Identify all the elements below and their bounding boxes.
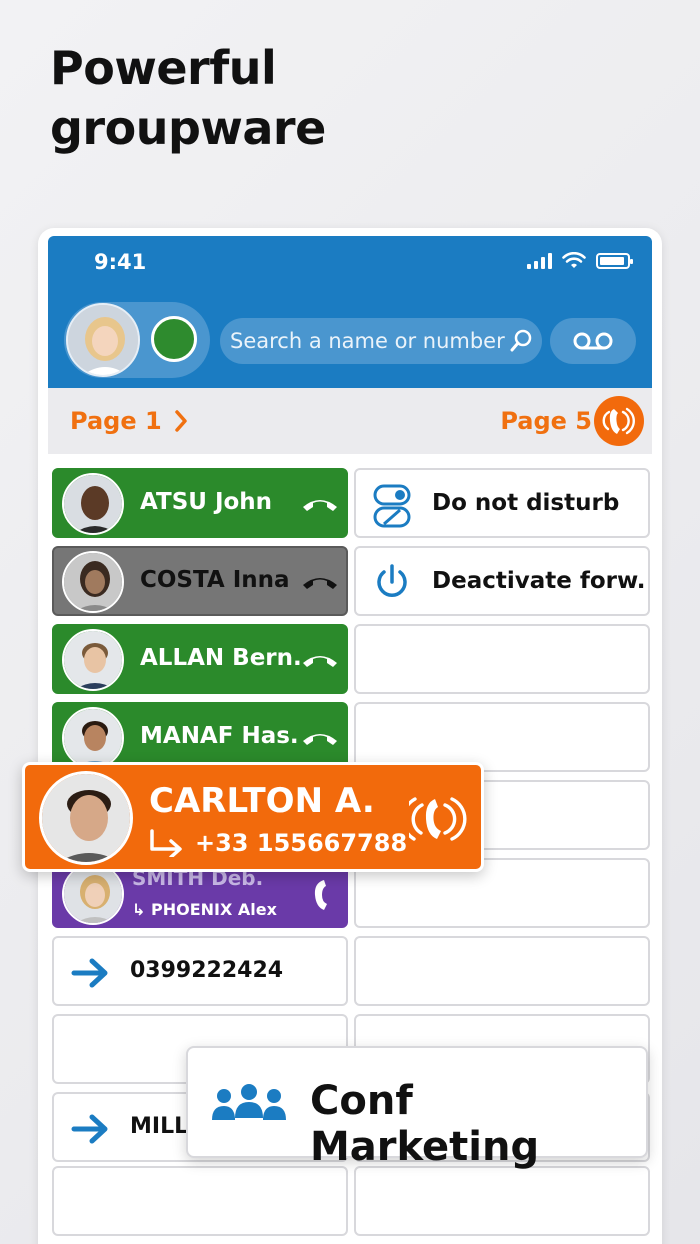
empty-tile[interactable] bbox=[354, 936, 650, 1006]
ringing-phone-icon[interactable] bbox=[594, 396, 644, 446]
empty-tile[interactable] bbox=[354, 624, 650, 694]
chevron-right-icon bbox=[174, 410, 187, 432]
dnd-label: Do not disturb bbox=[432, 490, 620, 516]
deactivate-forward-label: Deactivate forw. bbox=[432, 568, 646, 594]
empty-tile[interactable] bbox=[52, 1166, 348, 1236]
avatar bbox=[62, 863, 124, 925]
presence-indicator[interactable] bbox=[151, 316, 197, 362]
dnd-tile[interactable]: Do not disturb bbox=[354, 468, 650, 538]
avatar bbox=[62, 551, 124, 613]
phone-icon bbox=[314, 880, 327, 910]
avatar[interactable] bbox=[66, 303, 140, 377]
dial-number: 0399222424 bbox=[130, 958, 284, 983]
forward-target-name: PHOENIX Alex bbox=[150, 900, 277, 919]
avatar bbox=[62, 473, 124, 535]
conference-card[interactable]: Conf Marketing bbox=[186, 1046, 648, 1170]
forward-arrow-icon bbox=[150, 829, 182, 857]
headline-line-1: Powerful bbox=[50, 41, 277, 95]
contact-name: ALLAN Bern. bbox=[140, 645, 302, 671]
signal-icon bbox=[527, 253, 552, 269]
battery-icon bbox=[596, 253, 633, 269]
phone-hangup-icon bbox=[303, 656, 337, 667]
arrow-right-icon bbox=[71, 958, 108, 988]
group-icon bbox=[212, 1084, 286, 1120]
ringing-phone-icon[interactable] bbox=[409, 791, 469, 847]
empty-tile[interactable] bbox=[354, 1166, 650, 1236]
contact-name: COSTA Inna bbox=[140, 567, 290, 593]
top-bar: 9:41 bbox=[48, 236, 652, 388]
caller-number: +33 155667788 bbox=[195, 829, 408, 857]
contact-tile[interactable]: COSTA Inna bbox=[52, 546, 348, 616]
incoming-call-card[interactable]: CARLTON A. +33 155667788 bbox=[22, 762, 484, 872]
search-icon[interactable] bbox=[510, 329, 532, 353]
headline-line-2: groupware bbox=[50, 101, 326, 155]
page-bar: Page 1 Page 5 bbox=[48, 388, 652, 454]
voicemail-button[interactable] bbox=[550, 318, 636, 364]
contact-name: MANAF Has. bbox=[140, 723, 299, 749]
contact-tile[interactable]: ATSU John bbox=[52, 468, 348, 538]
page-left-label: Page 1 bbox=[70, 407, 162, 435]
contact-tile[interactable]: ALLAN Bern. bbox=[52, 624, 348, 694]
phone-hangup-icon bbox=[303, 500, 337, 511]
power-icon bbox=[377, 564, 407, 597]
wifi-icon bbox=[562, 252, 586, 268]
deactivate-forward-tile[interactable]: Deactivate forw. bbox=[354, 546, 650, 616]
phone-hangup-icon bbox=[303, 734, 337, 745]
caller-number-row: +33 155667788 bbox=[149, 829, 407, 857]
avatar bbox=[62, 629, 124, 691]
contact-name: ATSU John bbox=[140, 489, 273, 515]
avatar bbox=[39, 771, 133, 865]
status-time: 9:41 bbox=[94, 250, 147, 274]
number-tile[interactable]: 0399222424 bbox=[52, 936, 348, 1006]
headline: Powerful groupware bbox=[50, 38, 326, 158]
status-icons bbox=[527, 252, 633, 270]
dial-number: MILL bbox=[130, 1114, 189, 1139]
page-left-button[interactable]: Page 1 bbox=[70, 407, 188, 435]
forward-target: ↳ PHOENIX Alex bbox=[132, 900, 277, 919]
do-not-disturb-icon bbox=[373, 484, 411, 528]
caller-name: CARLTON A. bbox=[149, 781, 375, 821]
conference-label: Conf Marketing bbox=[310, 1078, 540, 1170]
search-input[interactable] bbox=[220, 318, 542, 364]
arrow-right-icon bbox=[71, 1114, 108, 1144]
forward-arrow-icon: ↳ bbox=[132, 900, 151, 919]
avatar bbox=[62, 707, 124, 769]
phone-hangup-icon bbox=[303, 578, 337, 589]
page-right-label[interactable]: Page 5 bbox=[500, 407, 592, 435]
profile-toggle[interactable] bbox=[64, 302, 210, 378]
voicemail-icon bbox=[573, 332, 613, 350]
